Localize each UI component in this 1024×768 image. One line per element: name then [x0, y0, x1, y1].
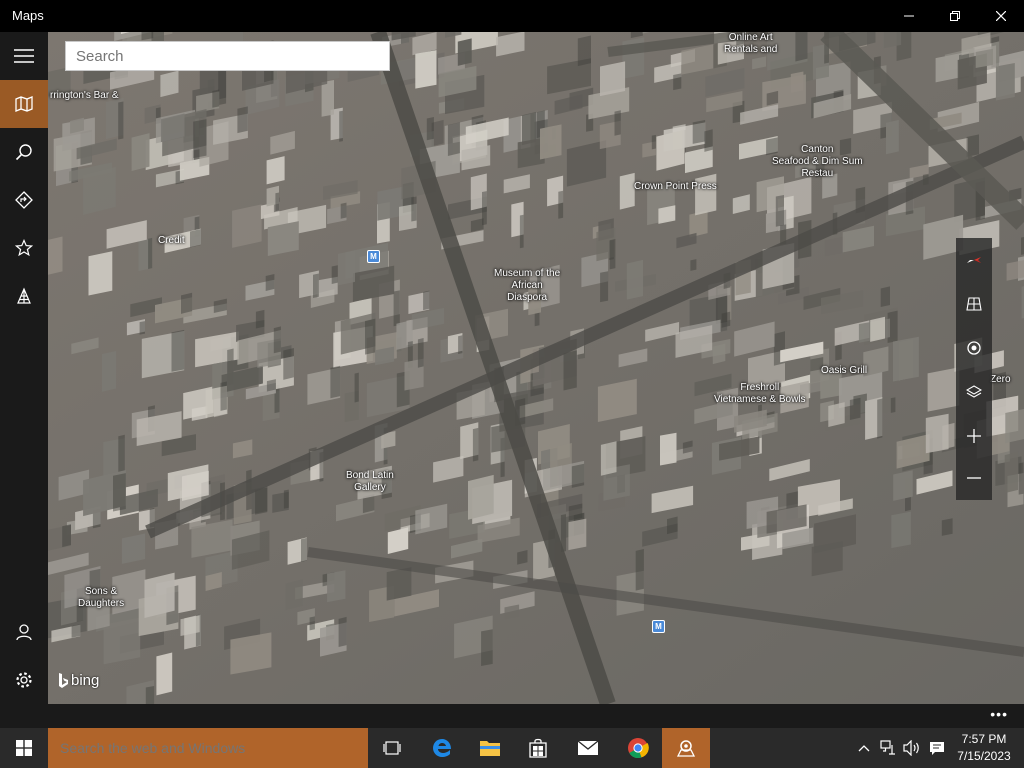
- bing-logo-icon: [59, 672, 68, 688]
- task-view-button[interactable]: [368, 728, 416, 768]
- zoom-in-button[interactable]: [956, 414, 992, 458]
- poi-label[interactable]: Freshroll Vietnamese & Bowls: [714, 382, 806, 406]
- settings-icon: [16, 672, 32, 688]
- chrome-taskbar-button[interactable]: [614, 728, 662, 768]
- rail-item-favorites[interactable]: [0, 224, 48, 272]
- bing-attribution: bing: [58, 672, 99, 689]
- mail-taskbar-button[interactable]: [564, 728, 612, 768]
- rail-item-search[interactable]: [0, 128, 48, 176]
- favorites-icon: [15, 239, 33, 257]
- bing-text: bing: [71, 672, 100, 689]
- edge-icon: [433, 739, 451, 757]
- zoom-in-icon: [967, 429, 981, 443]
- layers-button[interactable]: [956, 370, 992, 414]
- restore-button[interactable]: [932, 0, 978, 32]
- edge-taskbar-button[interactable]: [418, 728, 466, 768]
- zoom-out-icon: [967, 477, 981, 479]
- notification-icon: [930, 741, 944, 755]
- close-button[interactable]: [978, 0, 1024, 32]
- account-icon: [16, 624, 32, 641]
- poi-label[interactable]: rrington's Bar &: [50, 90, 119, 102]
- rail-item-map[interactable]: [0, 80, 48, 128]
- poi-label[interactable]: Oasis Grill: [821, 365, 867, 377]
- show-hidden-icons-button[interactable]: [854, 728, 874, 768]
- network-icon: [880, 740, 895, 755]
- maps-app-icon: [676, 740, 696, 757]
- compass-icon: [967, 257, 981, 263]
- store-taskbar-button[interactable]: [514, 728, 562, 768]
- close-icon: [996, 11, 1006, 21]
- poi-label[interactable]: Online Art Rentals and: [724, 32, 777, 56]
- windows-logo-icon: [16, 740, 32, 756]
- locate-me-button[interactable]: [956, 326, 992, 370]
- poi-label[interactable]: Canton Seafood & Dim Sum Restau: [772, 144, 863, 180]
- rail-item-settings[interactable]: [0, 656, 48, 704]
- clock-date: 7/15/2023: [957, 749, 1011, 763]
- folder-icon: [480, 741, 500, 756]
- layers-icon: [966, 385, 982, 398]
- volume-icon: [903, 740, 919, 756]
- directions-icon: [15, 191, 33, 209]
- poi-label[interactable]: Credit: [158, 235, 185, 247]
- chrome-icon: [628, 738, 649, 759]
- tilt-icon: [966, 297, 982, 311]
- taskbar-search-input[interactable]: [48, 728, 368, 768]
- poi-label[interactable]: Sons & Daughters: [78, 586, 124, 610]
- poi-label[interactable]: Crown Point Press: [634, 181, 717, 193]
- poi-label[interactable]: Zero: [990, 374, 1011, 386]
- store-icon: [529, 738, 547, 758]
- network-tray-button[interactable]: [877, 728, 899, 768]
- minimize-button[interactable]: [886, 0, 932, 32]
- action-center-button[interactable]: [926, 728, 948, 768]
- clock-time: 7:57 PM: [961, 732, 1007, 746]
- rail-item-account[interactable]: [0, 608, 48, 656]
- maps-app: Maps Search rrington's Bar & Credit Muse…: [0, 0, 1024, 768]
- mail-icon: [577, 740, 599, 755]
- minimize-icon: [904, 15, 914, 17]
- aerial-city-imagery: [48, 32, 1024, 704]
- maps-taskbar-button[interactable]: [662, 728, 710, 768]
- metro-station-icon[interactable]: M: [652, 620, 665, 633]
- volume-tray-button[interactable]: [901, 728, 923, 768]
- rail-item-directions[interactable]: [0, 176, 48, 224]
- search-input[interactable]: [65, 41, 390, 71]
- 3d-cities-icon: [17, 287, 31, 304]
- map-controls: [956, 238, 992, 500]
- navigation-rail: [0, 32, 48, 704]
- locate-icon: [967, 341, 981, 355]
- poi-label[interactable]: Bond Latin Gallery: [346, 470, 394, 494]
- taskbar-clock[interactable]: 7:57 PM 7/15/2023: [952, 731, 1016, 765]
- compass-button[interactable]: [956, 238, 992, 282]
- zoom-out-button[interactable]: [956, 456, 992, 500]
- tilt-button[interactable]: [956, 282, 992, 326]
- task-view-icon: [383, 741, 401, 755]
- menu-icon: [14, 49, 34, 63]
- metro-station-icon[interactable]: M: [367, 250, 380, 263]
- taskbar: 7:57 PM 7/15/2023: [0, 728, 1024, 768]
- poi-label[interactable]: Museum of the African Diaspora: [494, 268, 560, 304]
- rail-item-3d-cities[interactable]: [0, 272, 48, 320]
- title-bar: Maps: [0, 0, 1024, 32]
- app-command-bar: •••: [0, 704, 1024, 728]
- app-title: Maps: [12, 8, 44, 23]
- search-icon: [15, 144, 32, 161]
- map-view[interactable]: rrington's Bar & Credit Museum of the Af…: [48, 32, 1024, 704]
- map-icon: [15, 96, 33, 112]
- file-explorer-taskbar-button[interactable]: [466, 728, 514, 768]
- restore-icon: [950, 11, 960, 21]
- start-button[interactable]: [0, 728, 48, 768]
- more-options-button[interactable]: •••: [990, 706, 1008, 722]
- menu-button[interactable]: [0, 32, 48, 80]
- chevron-up-icon: [858, 745, 870, 752]
